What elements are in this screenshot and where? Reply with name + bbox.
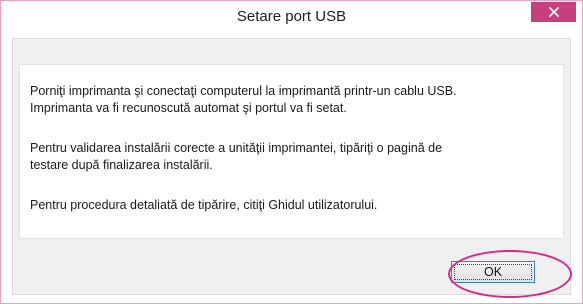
window-title: Setare port USB — [236, 8, 347, 25]
message-line: Imprimanta va fi recunoscută automat şi … — [30, 101, 347, 115]
dialog-window: Setare port USB Porniţi imprimanta şi co… — [0, 0, 583, 304]
message-panel: Porniţi imprimanta şi conectaţi computer… — [19, 64, 564, 239]
instruction-paragraph-2: Pentru validarea instalării corecte a un… — [30, 140, 555, 174]
ok-button[interactable]: OK — [451, 261, 535, 283]
close-button[interactable] — [531, 2, 576, 22]
title-bar[interactable]: Setare port USB — [1, 1, 582, 31]
close-icon — [548, 7, 559, 17]
instruction-paragraph-1: Porniţi imprimanta şi conectaţi computer… — [30, 83, 555, 117]
message-line: Pentru procedura detaliată de tipărire, … — [30, 198, 378, 212]
ok-button-label: OK — [483, 265, 503, 279]
message-line: Pentru validarea instalării corecte a un… — [30, 141, 443, 155]
message-line: testare după finalizarea instalării. — [30, 158, 213, 172]
message-line: Porniţi imprimanta şi conectaţi computer… — [30, 84, 457, 98]
instruction-paragraph-3: Pentru procedura detaliată de tipărire, … — [30, 197, 555, 214]
dialog-content: Porniţi imprimanta şi conectaţi computer… — [12, 38, 571, 295]
